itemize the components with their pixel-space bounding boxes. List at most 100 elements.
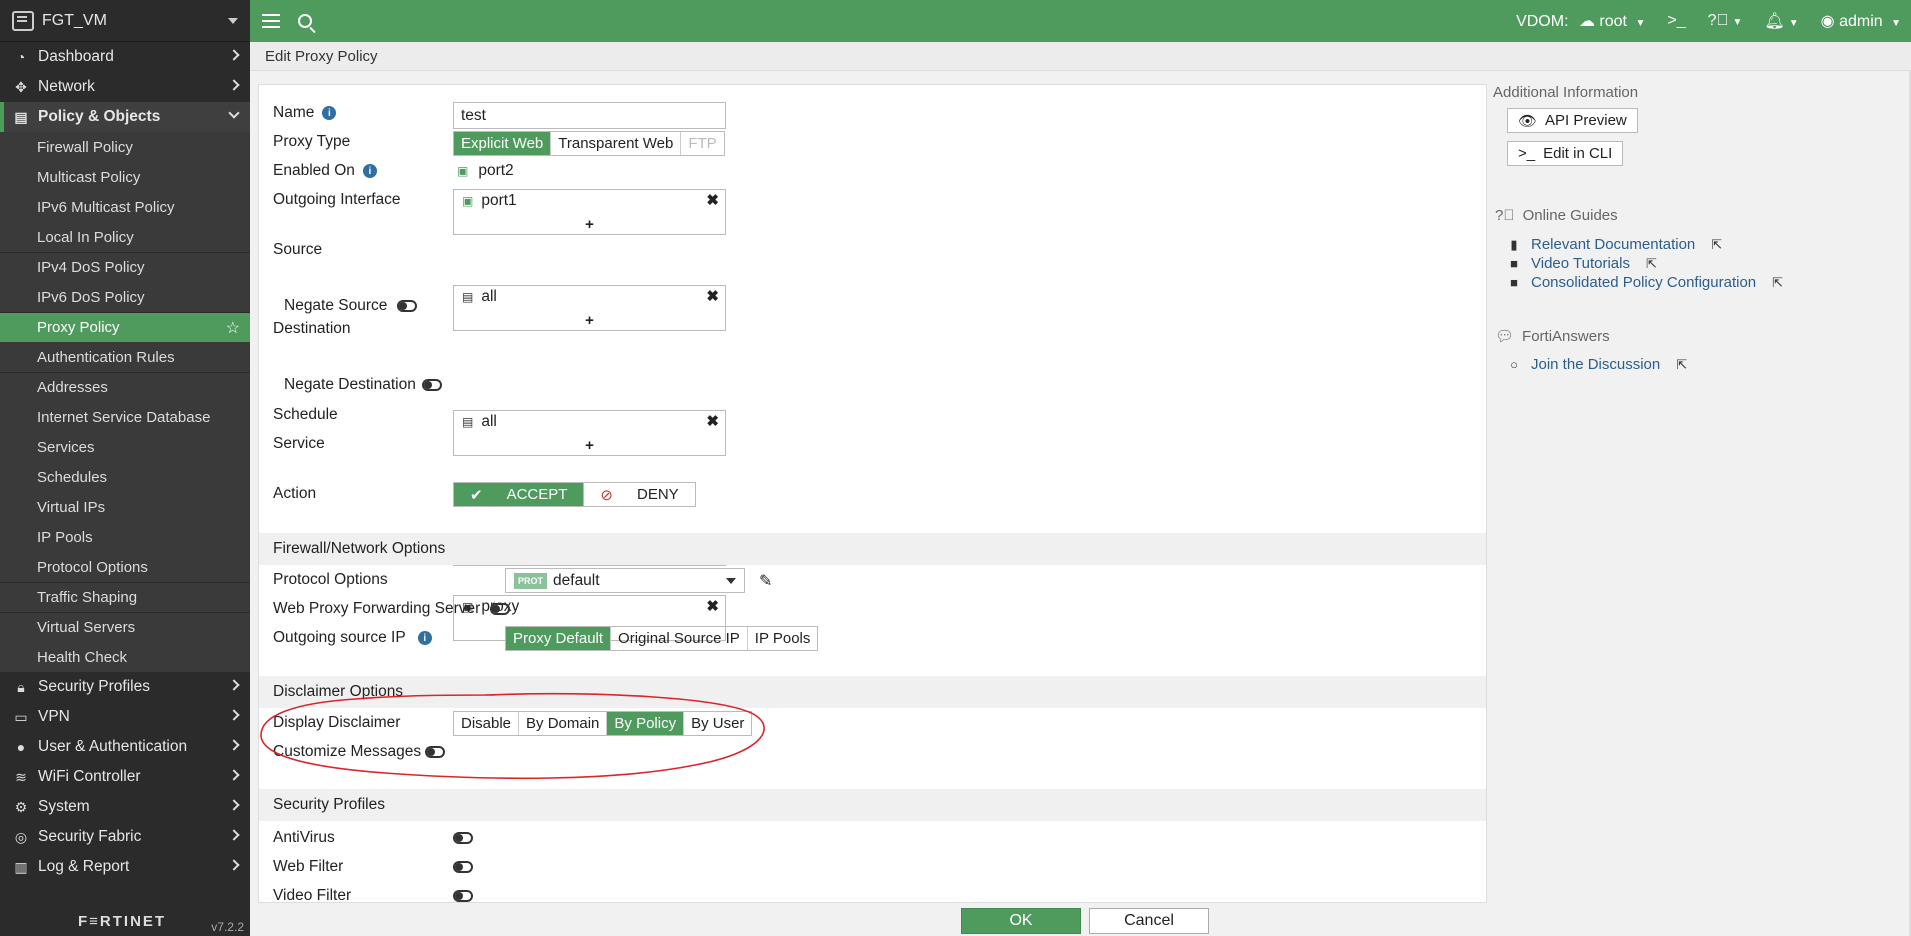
join-discussion-link[interactable]: ○ Join the Discussion ⇱ xyxy=(1507,356,1687,373)
sidebar-item-security-profiles[interactable]: 🔒︎ Security Profiles xyxy=(0,672,250,702)
sidebar-item-log-report[interactable]: ▥ Log & Report xyxy=(0,852,250,882)
submenu-item-health-check[interactable]: Health Check xyxy=(0,642,250,672)
submenu-item-firewall-policy[interactable]: Firewall Policy xyxy=(0,132,250,162)
submenu-item-local-in-policy[interactable]: Local In Policy xyxy=(0,222,250,252)
sidebar-footer: F≡RTINET v7.2.2 xyxy=(0,906,250,936)
remove-icon[interactable]: ✖ xyxy=(706,287,719,305)
source-field[interactable]: ▤ all ✖ + xyxy=(453,285,726,331)
comment-icon: ○ xyxy=(1510,357,1518,372)
sidebar-item-vpn[interactable]: ▭ VPN xyxy=(0,702,250,732)
star-icon[interactable]: ☆ xyxy=(226,318,240,338)
relevant-documentation-link[interactable]: ▮ Relevant Documentation ⇱ xyxy=(1507,236,1722,253)
proxy-type-explicit-web[interactable]: Explicit Web xyxy=(454,132,551,155)
video-tutorials-link[interactable]: ■ Video Tutorials ⇱ xyxy=(1507,255,1657,272)
search-icon[interactable] xyxy=(298,14,312,28)
hamburger-menu-icon[interactable] xyxy=(262,14,280,28)
edit-pencil-icon[interactable]: ✎ xyxy=(759,571,772,591)
deny-button[interactable]: ⊘ DENY xyxy=(583,483,694,506)
enabled-on-value: ▣ port2 xyxy=(453,162,514,180)
submenu-item-schedules[interactable]: Schedules xyxy=(0,462,250,492)
submenu-item-addresses[interactable]: Addresses xyxy=(0,372,250,402)
help-icon: ?⃝ xyxy=(1707,12,1729,29)
sidebar-item-dashboard[interactable]: ◔ Dashboard xyxy=(0,42,250,72)
sidebar-item-user-authentication[interactable]: ● User & Authentication xyxy=(0,732,250,762)
submenu-item-authentication-rules[interactable]: Authentication Rules xyxy=(0,342,250,372)
video-filter-label: Video Filter xyxy=(273,887,352,903)
info-icon[interactable]: i xyxy=(362,164,377,178)
customize-messages-toggle[interactable] xyxy=(425,746,446,758)
web-proxy-forwarding-toggle[interactable] xyxy=(490,603,511,615)
destination-field[interactable]: ▤ all ✖ + xyxy=(453,410,726,456)
remove-icon[interactable]: ✖ xyxy=(706,191,719,209)
add-icon[interactable]: + xyxy=(454,216,725,233)
add-icon[interactable]: + xyxy=(454,437,725,454)
vdom-selector[interactable]: VDOM: ☁ root ▼ xyxy=(1516,11,1645,31)
help-menu[interactable]: ?⃝ ▼ xyxy=(1708,12,1743,30)
user-icon: ● xyxy=(16,739,26,755)
cancel-button[interactable]: Cancel xyxy=(1089,908,1209,934)
chevron-right-icon xyxy=(228,739,240,751)
user-menu[interactable]: ◉ admin ▼ xyxy=(1821,11,1901,31)
additional-information-title: Additional Information xyxy=(1493,84,1639,101)
submenu-item-ipv6-multicast-policy[interactable]: IPv6 Multicast Policy xyxy=(0,192,250,222)
device-selector[interactable]: FGT_VM xyxy=(0,0,250,42)
protocol-options-select[interactable]: PROT default xyxy=(505,568,745,593)
submenu-item-traffic-shaping[interactable]: Traffic Shaping xyxy=(0,582,250,612)
chevron-right-icon xyxy=(228,799,240,811)
info-icon[interactable]: i xyxy=(417,631,432,645)
name-input[interactable]: test xyxy=(453,102,726,129)
antivirus-toggle[interactable] xyxy=(453,832,473,844)
remove-icon[interactable]: ✖ xyxy=(706,412,719,430)
submenu-item-proxy-policy[interactable]: Proxy Policy ☆ xyxy=(0,312,250,342)
disclaimer-by-policy[interactable]: By Policy xyxy=(606,712,684,735)
add-icon[interactable]: + xyxy=(454,312,725,329)
device-icon xyxy=(12,10,34,31)
chevron-right-icon xyxy=(228,709,240,721)
schedule-row: Schedule xyxy=(273,406,338,424)
submenu-item-ipv4-dos-policy[interactable]: IPv4 DoS Policy xyxy=(0,252,250,282)
api-preview-button[interactable]: 👁︎ API Preview xyxy=(1507,108,1638,133)
consolidated-policy-configuration-label: Consolidated Policy Configuration xyxy=(1531,274,1757,291)
comments-icon: 💬︎ xyxy=(1495,328,1515,345)
negate-destination-toggle[interactable] xyxy=(421,379,442,391)
submenu-item-multicast-policy[interactable]: Multicast Policy xyxy=(0,162,250,192)
submenu-item-ip-pools[interactable]: IP Pools xyxy=(0,522,250,552)
remove-icon[interactable]: ✖ xyxy=(706,597,719,615)
destination-entry: ▤ all xyxy=(462,413,497,431)
consolidated-policy-configuration-link[interactable]: ■ Consolidated Policy Configuration ⇱ xyxy=(1507,274,1783,291)
dashboard-icon: ◔ xyxy=(16,49,26,65)
sidebar-item-wifi-controller[interactable]: ≋ WiFi Controller xyxy=(0,762,250,792)
sidebar-item-security-fabric[interactable]: ◎ Security Fabric xyxy=(0,822,250,852)
device-name: FGT_VM xyxy=(42,11,107,29)
outgoing-ip-ip-pools[interactable]: IP Pools xyxy=(746,627,818,650)
disclaimer-by-user[interactable]: By User xyxy=(683,712,751,735)
outgoing-source-ip-row: Outgoing source IP i xyxy=(273,629,432,647)
sidebar-item-policy-objects[interactable]: ▤ Policy & Objects xyxy=(0,102,250,132)
submenu-item-services[interactable]: Services xyxy=(0,432,250,462)
proxy-type-transparent-web[interactable]: Transparent Web xyxy=(550,132,680,155)
sidebar-item-network[interactable]: ✥ Network xyxy=(0,72,250,102)
cloud-icon: ☁ xyxy=(1578,13,1595,30)
sidebar-item-system[interactable]: ⚙ System xyxy=(0,792,250,822)
submenu-item-ipv6-dos-policy[interactable]: IPv6 DoS Policy xyxy=(0,282,250,312)
submenu-item-internet-service-database[interactable]: Internet Service Database xyxy=(0,402,250,432)
submenu-item-protocol-options[interactable]: Protocol Options xyxy=(0,552,250,582)
disclaimer-disable[interactable]: Disable xyxy=(454,712,518,735)
video-filter-toggle[interactable] xyxy=(453,890,473,902)
submenu-item-virtual-servers[interactable]: Virtual Servers xyxy=(0,612,250,642)
submenu-item-virtual-ips[interactable]: Virtual IPs xyxy=(0,492,250,522)
edit-in-cli-button[interactable]: >_ Edit in CLI xyxy=(1507,141,1624,166)
sidebar-nav: ◔ Dashboard ✥ Network ▤ Policy & Objects xyxy=(0,42,250,132)
outgoing-interface-field[interactable]: ▣ port1 ✖ + xyxy=(453,189,726,235)
disclaimer-by-domain[interactable]: By Domain xyxy=(518,712,606,735)
proxy-type-ftp[interactable]: FTP xyxy=(680,132,723,155)
outgoing-ip-proxy-default[interactable]: Proxy Default xyxy=(506,627,611,650)
info-icon[interactable]: i xyxy=(322,106,337,120)
outgoing-ip-original-source[interactable]: Original Source IP xyxy=(610,627,747,650)
accept-button[interactable]: ✔ ACCEPT xyxy=(454,483,584,506)
cli-console-icon[interactable]: >_ xyxy=(1667,12,1685,30)
negate-source-toggle[interactable] xyxy=(397,300,418,312)
web-filter-toggle[interactable] xyxy=(453,861,473,873)
ok-button[interactable]: OK xyxy=(961,908,1081,934)
notifications-menu[interactable]: 🔔︎ ▼ xyxy=(1764,11,1798,31)
